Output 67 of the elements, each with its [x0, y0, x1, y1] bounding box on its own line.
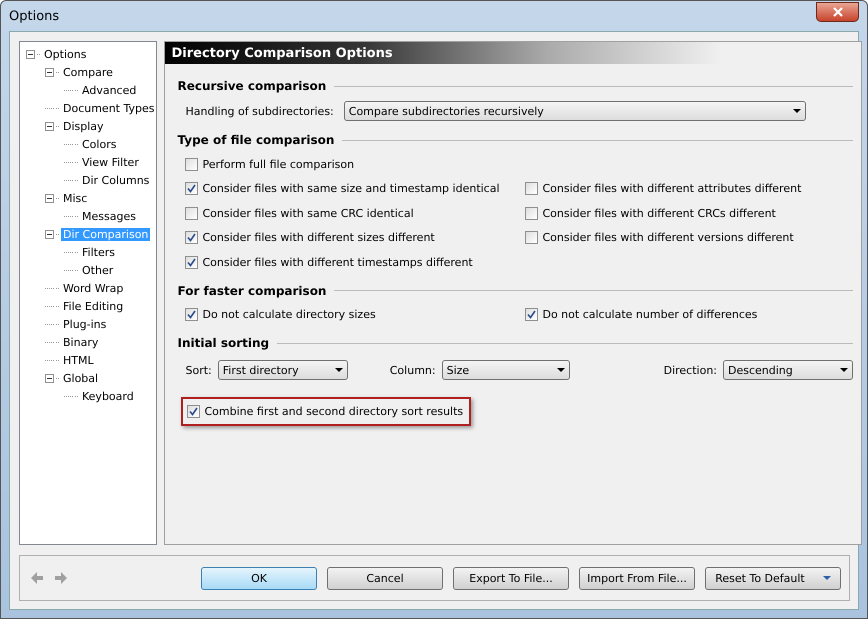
tree-item[interactable]: Colors — [80, 138, 118, 150]
split-button[interactable]: Reset To Default — [705, 566, 841, 590]
tree-item[interactable]: Document Types — [61, 102, 156, 114]
section-title: Initial sorting — [177, 336, 270, 350]
caret-icon — [556, 368, 565, 372]
checkbox[interactable]: Consider files with different timestamps different — [185, 250, 526, 274]
checkbox[interactable]: Do not calculate number of differences — [525, 302, 853, 327]
tree-item[interactable]: Keyboard — [80, 390, 136, 402]
tree-item[interactable]: View Filter — [80, 156, 141, 168]
caret-icon — [822, 576, 831, 580]
section-title: Recursive comparison — [177, 79, 326, 93]
tree-item[interactable]: Compare — [61, 66, 115, 78]
collapse-icon[interactable] — [45, 68, 54, 76]
field-label: Sort: — [185, 364, 212, 376]
check-icon — [187, 310, 196, 320]
tree-item[interactable]: Global — [61, 372, 100, 384]
tree-item[interactable]: Display — [61, 120, 106, 132]
section-title: For faster comparison — [177, 284, 326, 298]
dialog-button[interactable]: Import From File... — [579, 566, 695, 590]
checkbox[interactable]: Consider files with different sizes different — [185, 226, 526, 250]
checkbox[interactable]: Perform full file comparison — [185, 152, 526, 176]
checkbox[interactable]: Consider files with different attributes different — [525, 176, 853, 201]
close-icon — [832, 7, 842, 17]
field-label: Handling of subdirectories: — [185, 104, 334, 118]
tree-item[interactable]: HTML — [61, 354, 96, 366]
dropdown[interactable]: First directory — [218, 360, 348, 380]
tree-item[interactable]: Dir Columns — [80, 174, 152, 186]
checkbox[interactable]: Consider files with same CRC identical — [185, 201, 526, 226]
checkbox[interactable]: Consider files with same size and timestamp identical — [185, 176, 526, 201]
checkbox[interactable]: Consider files with different CRCs different — [525, 201, 853, 226]
window-title: Options — [9, 8, 60, 24]
section-title: Type of file comparison — [177, 133, 334, 147]
checkbox[interactable]: Combine first and second directory sort results — [187, 399, 464, 424]
tree-item[interactable]: Other — [80, 264, 116, 276]
close-button[interactable] — [816, 2, 859, 22]
check-icon — [527, 310, 536, 320]
check-icon — [189, 406, 198, 416]
field-label: Direction: — [664, 364, 717, 376]
caret-icon — [334, 368, 343, 372]
tree-item[interactable]: Binary — [61, 336, 100, 348]
tree-item[interactable]: Word Wrap — [61, 282, 126, 294]
tree-item[interactable]: Filters — [80, 246, 117, 258]
dialog-button[interactable]: Cancel — [327, 566, 443, 590]
checkbox[interactable]: Consider files with different versions different — [525, 226, 853, 250]
dropdown[interactable]: Compare subdirectories recursively — [344, 101, 806, 121]
tree-item[interactable]: Options — [42, 48, 88, 60]
check-icon — [187, 233, 196, 242]
caret-icon — [792, 109, 801, 113]
tree-item[interactable]: Advanced — [80, 84, 138, 96]
field-label: Column: — [390, 364, 436, 376]
check-icon — [187, 184, 196, 194]
collapse-icon[interactable] — [45, 374, 54, 382]
tree-item[interactable]: File Editing — [61, 300, 126, 312]
caret-icon — [840, 368, 848, 372]
tree-item[interactable]: Misc — [61, 192, 90, 204]
tree-item[interactable]: Messages — [80, 210, 138, 222]
dropdown[interactable]: Descending — [723, 360, 853, 380]
collapse-icon[interactable] — [26, 50, 35, 58]
dialog-button[interactable]: OK — [201, 566, 317, 590]
collapse-icon[interactable] — [45, 194, 54, 202]
dropdown[interactable]: Size — [442, 360, 570, 380]
tree-item[interactable]: Plug-ins — [61, 318, 108, 330]
dialog-button[interactable]: Export To File... — [453, 566, 569, 590]
check-icon — [187, 258, 196, 267]
collapse-icon[interactable] — [45, 122, 54, 130]
checkbox[interactable]: Do not calculate directory sizes — [185, 302, 526, 327]
collapse-icon[interactable] — [45, 230, 54, 238]
